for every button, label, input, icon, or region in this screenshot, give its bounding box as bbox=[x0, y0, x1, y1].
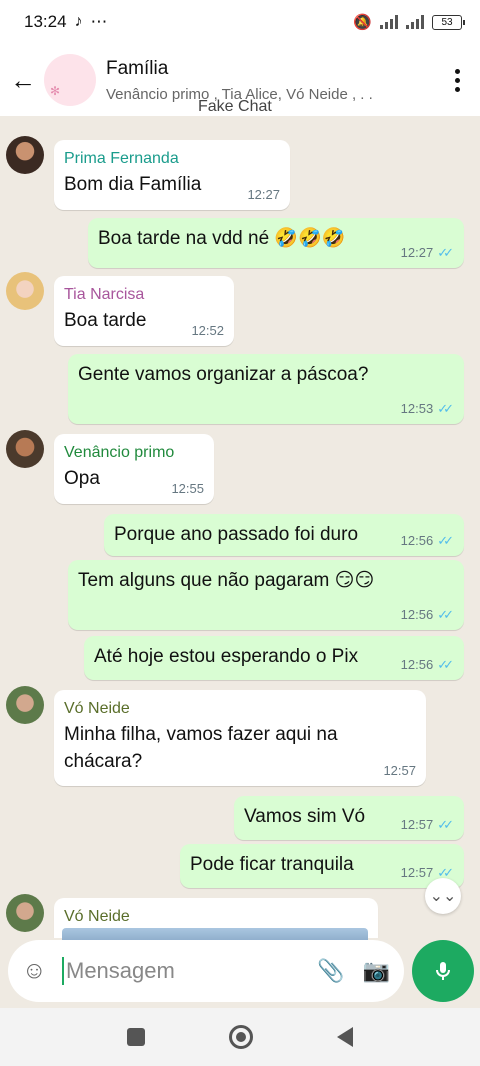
chat-info[interactable]: Família Venâncio primo , Tia Alice, Vó N… bbox=[106, 58, 426, 103]
message-time: 12:56 bbox=[400, 532, 434, 548]
tiktok-icon: ♪ bbox=[74, 13, 83, 30]
read-ticks-icon: ✓✓ bbox=[437, 816, 454, 832]
flower-icon: ✻ bbox=[50, 84, 61, 98]
avatar[interactable] bbox=[6, 136, 44, 174]
message-bubble[interactable]: Tia Narcisa Boa tarde 12:52 bbox=[54, 276, 234, 346]
message-time: 12:27 bbox=[400, 244, 434, 260]
message-text-line2: chácara? bbox=[64, 750, 143, 772]
battery-icon: 53 bbox=[432, 14, 465, 30]
read-ticks-icon: ✓✓ bbox=[437, 244, 454, 260]
message-time: 12:53 bbox=[400, 400, 434, 416]
message-bubble[interactable]: Venâncio primo Opa 12:55 bbox=[54, 434, 214, 504]
back-arrow-icon[interactable]: ← bbox=[0, 65, 44, 96]
more-options-icon[interactable] bbox=[455, 67, 460, 94]
message-text: Gente vamos organizar a páscoa? bbox=[78, 364, 369, 385]
message-bubble[interactable]: Gente vamos organizar a páscoa? 12:53 ✓✓ bbox=[68, 354, 464, 424]
message-text-line1: Minha filha, vamos fazer aqui na bbox=[64, 724, 338, 746]
message-bubble[interactable]: Pode ficar tranquila 12:57 ✓✓ bbox=[180, 844, 464, 888]
message-time: 12:27 bbox=[247, 186, 280, 202]
message-time: 12:52 bbox=[191, 322, 224, 338]
camera-icon[interactable]: 📷 bbox=[363, 958, 390, 984]
scroll-down-icon[interactable]: ⌄⌄ bbox=[425, 878, 461, 914]
avatar[interactable] bbox=[6, 430, 44, 468]
signal-icon-2 bbox=[406, 15, 424, 29]
watermark: Fake Chat bbox=[198, 98, 272, 115]
back-button[interactable] bbox=[337, 1027, 353, 1047]
status-time: 13:24 bbox=[24, 12, 67, 31]
sender-name: Vó Neide bbox=[64, 908, 130, 925]
message-time: 12:56 bbox=[400, 606, 434, 622]
mic-button[interactable] bbox=[412, 940, 474, 1002]
recents-button[interactable] bbox=[127, 1028, 145, 1046]
read-ticks-icon: ✓✓ bbox=[437, 656, 454, 672]
message-bubble[interactable]: Prima Fernanda Bom dia Família 12:27 bbox=[54, 140, 290, 210]
avatar[interactable] bbox=[6, 686, 44, 724]
message-time: 12:57 bbox=[400, 864, 434, 880]
sender-name: Venâncio primo bbox=[64, 444, 175, 461]
message-bubble[interactable]: Vó Neide Minha filha, vamos fazer aqui n… bbox=[54, 690, 426, 786]
message-time: 12:57 bbox=[400, 816, 434, 832]
message-time: 12:56 bbox=[400, 656, 434, 672]
emoji-icon[interactable]: ☺ bbox=[22, 957, 52, 985]
attach-icon[interactable]: 📎 bbox=[317, 958, 344, 984]
avatar[interactable] bbox=[6, 894, 44, 932]
message-text: Tem alguns que não pagaram 😏😏 bbox=[78, 570, 375, 591]
system-nav-bar bbox=[0, 1008, 480, 1066]
message-input[interactable]: Mensagem bbox=[62, 957, 317, 985]
message-bubble[interactable]: Vamos sim Vó 12:57 ✓✓ bbox=[234, 796, 464, 840]
signal-icon bbox=[380, 15, 398, 29]
message-bubble[interactable]: Boa tarde na vdd né 🤣🤣🤣 12:27 ✓✓ bbox=[88, 218, 464, 268]
message-input-bar: ☺ Mensagem 📎 📷 bbox=[8, 940, 404, 1002]
status-extra: ⋯ bbox=[90, 12, 108, 31]
mic-icon bbox=[436, 962, 450, 980]
message-time: 12:55 bbox=[171, 480, 204, 496]
status-bar: 13:24 ♪ ⋯ 🔕 53 bbox=[0, 0, 480, 44]
message-bubble[interactable]: Até hoje estou esperando o Pix 12:56 ✓✓ bbox=[84, 636, 464, 680]
message-bubble[interactable]: Tem alguns que não pagaram 😏😏 12:56 ✓✓ bbox=[68, 560, 464, 630]
message-time: 12:57 bbox=[383, 762, 416, 778]
sender-name: Prima Fernanda bbox=[64, 150, 179, 167]
home-button[interactable] bbox=[229, 1025, 253, 1049]
message-bubble[interactable]: Porque ano passado foi duro 12:56 ✓✓ bbox=[104, 514, 464, 556]
sender-name: Tia Narcisa bbox=[64, 286, 145, 303]
avatar[interactable] bbox=[6, 272, 44, 310]
group-avatar[interactable]: ✻ bbox=[44, 54, 96, 106]
read-ticks-icon: ✓✓ bbox=[437, 606, 454, 622]
read-ticks-icon: ✓✓ bbox=[437, 400, 454, 416]
read-ticks-icon: ✓✓ bbox=[437, 532, 454, 548]
group-title: Família bbox=[106, 57, 169, 79]
sender-name: Vó Neide bbox=[64, 700, 130, 717]
mute-alarm-icon: 🔕 bbox=[353, 14, 372, 31]
chat-area[interactable]: Prima Fernanda Bom dia Família 12:27 Boa… bbox=[0, 116, 480, 938]
